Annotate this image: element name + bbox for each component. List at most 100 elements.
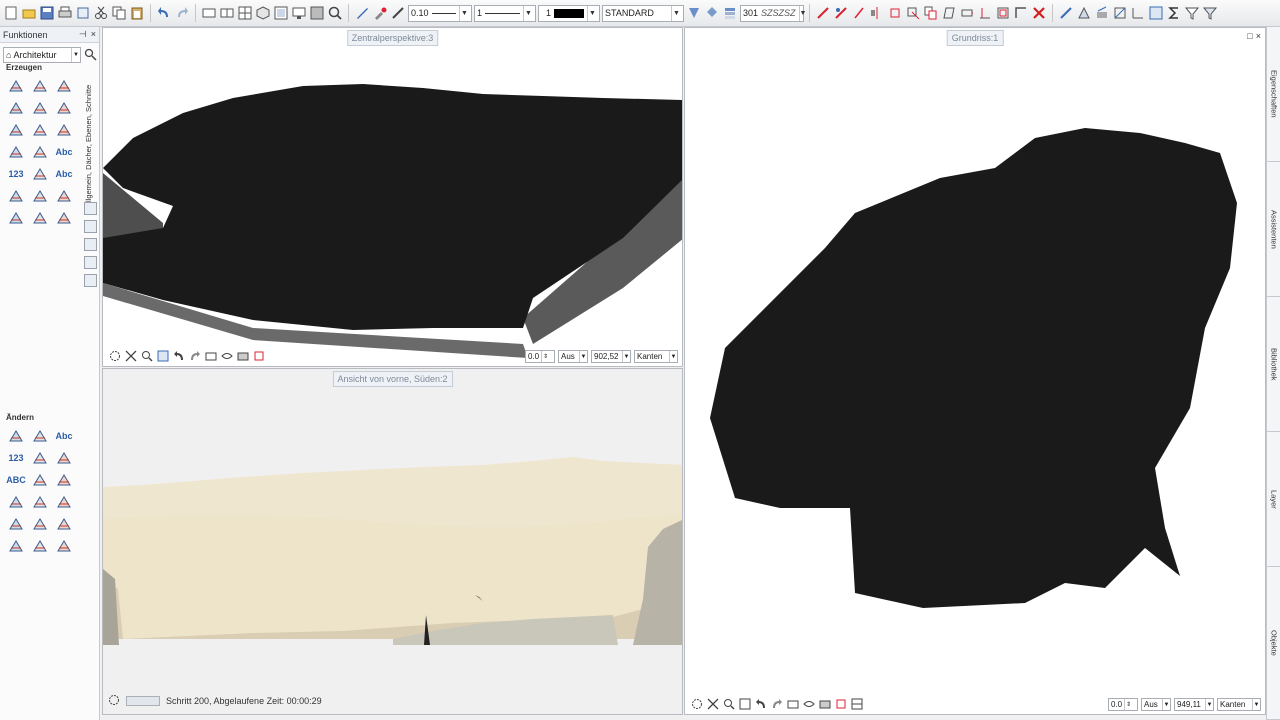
sum-icon[interactable] xyxy=(1166,5,1182,21)
text-icon[interactable]: Abc xyxy=(53,141,75,163)
move-icon[interactable] xyxy=(5,425,27,447)
zoom-icon[interactable] xyxy=(722,697,736,711)
offset-icon[interactable] xyxy=(995,5,1011,21)
copy-icon[interactable] xyxy=(111,5,127,21)
wall-icon[interactable] xyxy=(5,75,27,97)
stretch-icon[interactable] xyxy=(53,469,75,491)
group-icon[interactable] xyxy=(29,513,51,535)
modify-format-icon[interactable] xyxy=(833,5,849,21)
label-icon[interactable]: Abc xyxy=(53,163,75,185)
perspective-viewport[interactable]: Zentralperspektive:3 0.0 ⇕ Aus ▼ 902,52 ▼ K… xyxy=(102,27,683,367)
level-icon[interactable] xyxy=(29,141,51,163)
zoom-window-icon[interactable] xyxy=(738,697,752,711)
filter-icon[interactable] xyxy=(1184,5,1200,21)
slab-icon[interactable] xyxy=(5,97,27,119)
navigation-icon[interactable] xyxy=(690,697,704,711)
parallel-icon[interactable] xyxy=(53,513,75,535)
eye-view-icon[interactable] xyxy=(220,349,234,363)
side-tab-terrain-icon[interactable] xyxy=(84,274,97,287)
side-tab-stair-icon[interactable] xyxy=(84,202,97,215)
side-tab-slab-icon[interactable] xyxy=(84,238,97,251)
perspective-terrain-mesh[interactable] xyxy=(103,28,683,367)
plan-viewport[interactable]: Grundriss:1 □ × 0.0 ⇕ Aus ▼ 949,11 ▼ Kanten… xyxy=(684,27,1266,715)
spinner-icon[interactable]: ⇕ xyxy=(1124,699,1132,710)
display-icon[interactable] xyxy=(291,5,307,21)
window-icon[interactable] xyxy=(201,5,217,21)
trim-icon[interactable] xyxy=(977,5,993,21)
door-icon[interactable] xyxy=(53,119,75,141)
view-back-icon[interactable] xyxy=(172,349,186,363)
chevron-down-icon[interactable]: ▼ xyxy=(523,5,533,21)
layer-icon[interactable] xyxy=(722,5,738,21)
modify-pen-icon[interactable] xyxy=(815,5,831,21)
opening-icon[interactable] xyxy=(53,185,75,207)
chevron-down-icon[interactable]: ▼ xyxy=(587,5,597,21)
save-view-icon[interactable] xyxy=(786,697,800,711)
line-type-select[interactable]: 1 ▼ xyxy=(474,4,536,22)
join-icon[interactable] xyxy=(1013,5,1029,21)
report-icon[interactable] xyxy=(29,185,51,207)
zoom-all-icon[interactable] xyxy=(706,697,720,711)
format-icon[interactable] xyxy=(354,5,370,21)
view-forward-icon[interactable] xyxy=(770,697,784,711)
tab-library[interactable]: Bibliothek xyxy=(1267,297,1280,432)
view-back-icon[interactable] xyxy=(754,697,768,711)
properties-icon[interactable] xyxy=(53,535,75,557)
style-icon[interactable] xyxy=(686,5,702,21)
grid-icon[interactable] xyxy=(29,163,51,185)
plan-terrain-mesh[interactable] xyxy=(685,28,1266,715)
pick-icon[interactable] xyxy=(1112,5,1128,21)
zoom-icon[interactable] xyxy=(140,349,154,363)
number-icon[interactable]: 123 xyxy=(5,163,27,185)
mirror-icon[interactable] xyxy=(5,513,27,535)
move-icon[interactable] xyxy=(905,5,921,21)
cut-icon[interactable] xyxy=(53,491,75,513)
snap-mode-select[interactable]: Aus ▼ xyxy=(1141,698,1171,711)
layer-select[interactable]: 301 SZSZSZ ▼ xyxy=(740,4,806,22)
copy-icon[interactable] xyxy=(29,447,51,469)
save-view-icon[interactable] xyxy=(204,349,218,363)
projection-icon[interactable] xyxy=(252,349,266,363)
angle-field[interactable]: 0.0 ⇕ xyxy=(1108,698,1138,711)
side-tab-roof-icon[interactable] xyxy=(84,256,97,269)
plot-icon[interactable] xyxy=(75,5,91,21)
rotate-icon[interactable] xyxy=(887,5,903,21)
eye-view-icon[interactable] xyxy=(802,697,816,711)
visibility-icon[interactable] xyxy=(29,425,51,447)
viewport-icon[interactable] xyxy=(273,5,289,21)
coordinates-icon[interactable] xyxy=(1130,5,1146,21)
roof-icon[interactable] xyxy=(29,75,51,97)
house-icon[interactable] xyxy=(29,97,51,119)
plane-icon[interactable] xyxy=(53,97,75,119)
line-style-select[interactable]: STANDARD ▼ xyxy=(602,4,684,22)
transfer-icon[interactable] xyxy=(29,535,51,557)
close-icon[interactable]: × xyxy=(91,29,96,40)
selection-icon[interactable] xyxy=(1148,5,1164,21)
camera-icon[interactable] xyxy=(818,697,832,711)
cut-icon[interactable] xyxy=(93,5,109,21)
angle-field[interactable]: 0.0 ⇕ xyxy=(525,350,555,363)
module-select[interactable]: ⌂ Architektur ▼ xyxy=(3,47,81,63)
chevron-down-icon[interactable]: ▼ xyxy=(798,5,806,21)
layout-icon[interactable] xyxy=(219,5,235,21)
edit-text-icon[interactable]: Abc xyxy=(53,425,75,447)
chevron-down-icon[interactable]: ▼ xyxy=(71,48,80,62)
scale-field[interactable]: 949,11 ▼ xyxy=(1174,698,1214,711)
stretch-icon[interactable] xyxy=(959,5,975,21)
delete-segment-icon[interactable] xyxy=(29,469,51,491)
stair-icon[interactable] xyxy=(53,75,75,97)
scale-field[interactable]: 902,52 ▼ xyxy=(591,350,631,363)
renumber-icon[interactable]: 123 xyxy=(5,447,27,469)
cube-icon[interactable] xyxy=(29,119,51,141)
edit-icon[interactable] xyxy=(851,5,867,21)
grid-icon[interactable] xyxy=(237,5,253,21)
new-file-icon[interactable] xyxy=(3,5,19,21)
shade-icon[interactable] xyxy=(309,5,325,21)
tab-objects[interactable]: Objekte xyxy=(1267,567,1280,720)
side-tab-general[interactable]: Allgemein, Dächer, Ebenen, Schnitte xyxy=(84,71,98,221)
attach-icon[interactable] xyxy=(29,491,51,513)
chevron-down-icon[interactable]: ▼ xyxy=(1162,699,1170,710)
distort-icon[interactable] xyxy=(941,5,957,21)
open-file-icon[interactable] xyxy=(21,5,37,21)
tab-properties[interactable]: Eigenschaften xyxy=(1267,27,1280,162)
